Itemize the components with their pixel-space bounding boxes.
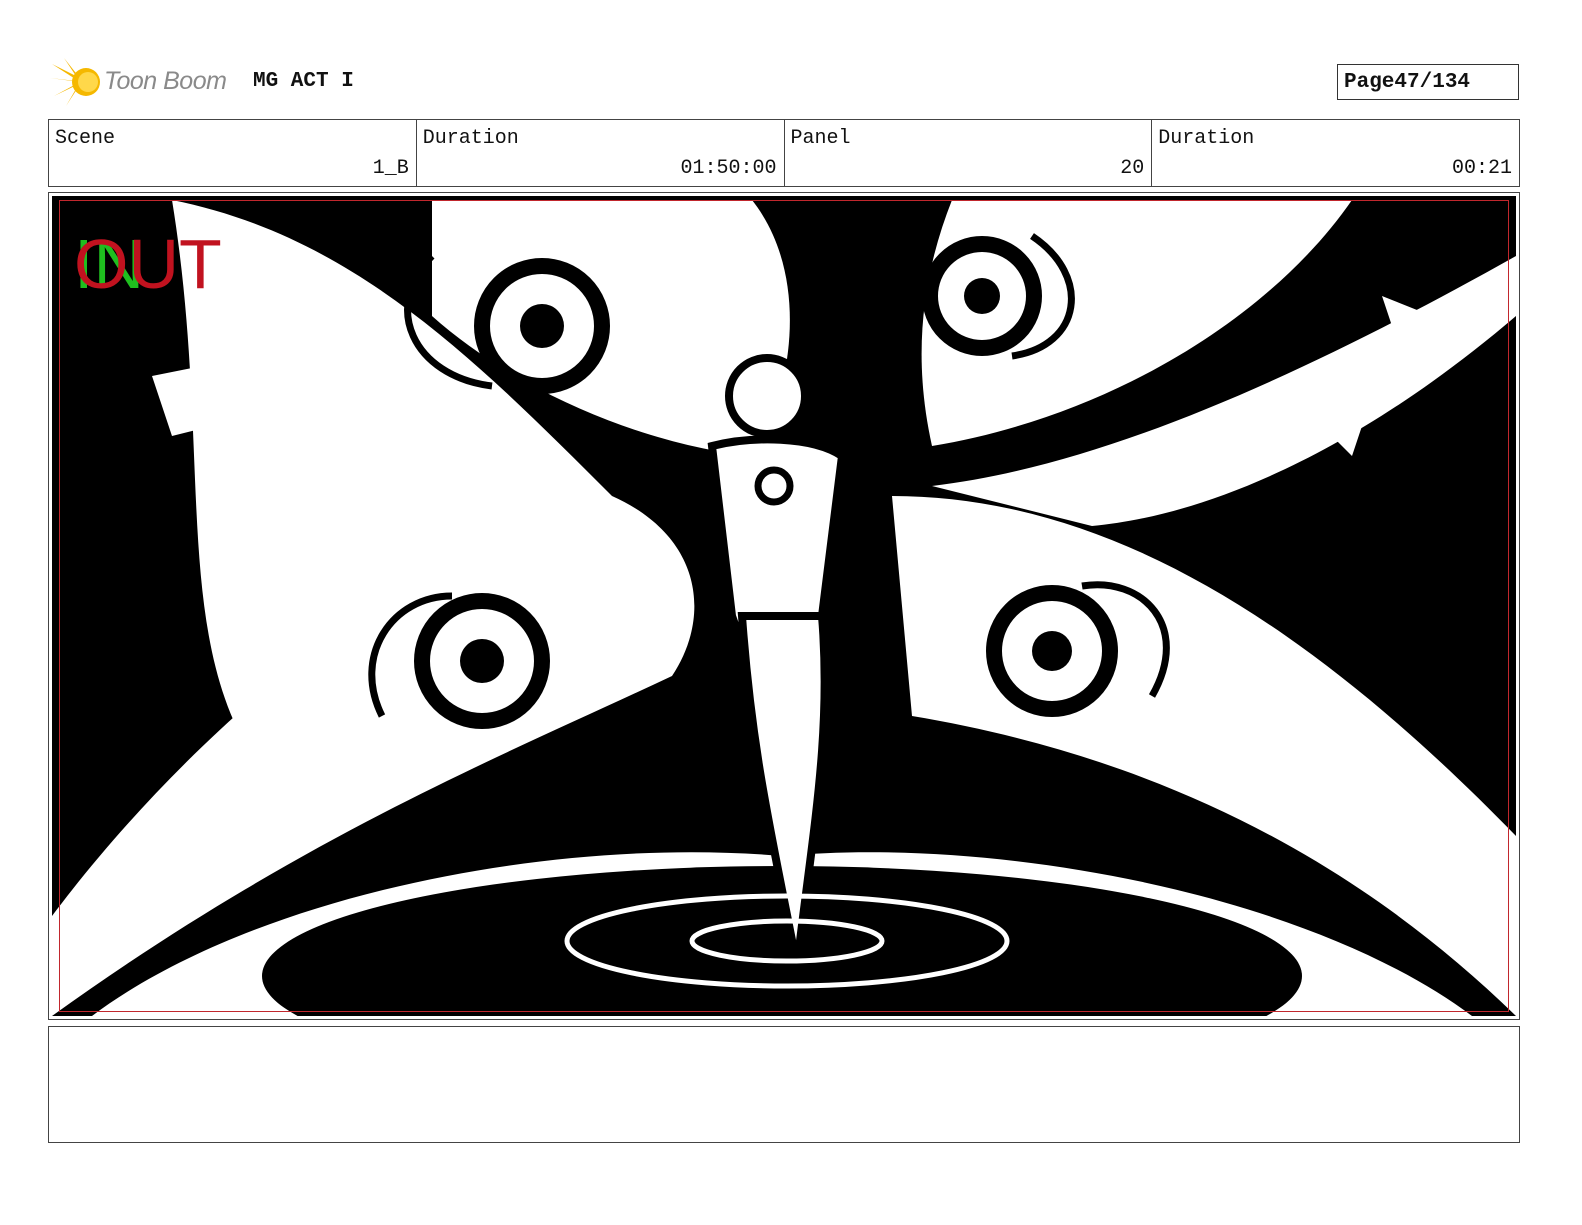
in-out-marks: IN OUT (74, 224, 244, 304)
logo-wordmark: Toon Boom (104, 67, 227, 95)
storyboard-panel (48, 192, 1520, 1020)
panel-duration-label: Duration (1158, 127, 1255, 150)
panel-info-row: Scene 1_B Duration 01:50:00 Panel 20 Dur… (48, 119, 1520, 187)
toon-boom-logo: Toon Boom (50, 56, 240, 108)
panel-label: Panel (790, 127, 851, 150)
notes-box[interactable] (48, 1026, 1520, 1143)
scene-label: Scene (55, 127, 116, 150)
scene-duration-cell: Duration 01:50:00 (417, 120, 785, 186)
panel-duration-value: 00:21 (1451, 157, 1512, 180)
panel-cell: Panel 20 (785, 120, 1153, 186)
page-number: 47/134 (1394, 70, 1471, 94)
scene-duration-label: Duration (422, 127, 519, 150)
scene-duration-value: 01:50:00 (680, 157, 777, 180)
page-label: Page (1344, 70, 1395, 94)
project-title: MG ACT I (253, 70, 354, 93)
sun-flare-icon (50, 58, 100, 106)
panel-duration-cell: Duration 00:21 (1152, 120, 1519, 186)
page-counter: Page 47/134 (1337, 64, 1519, 100)
panel-drawing (52, 196, 1516, 1016)
panel-value: 20 (1120, 157, 1145, 180)
scene-cell: Scene 1_B (49, 120, 417, 186)
out-mark: OUT (74, 225, 222, 303)
scene-value: 1_B (372, 157, 409, 180)
